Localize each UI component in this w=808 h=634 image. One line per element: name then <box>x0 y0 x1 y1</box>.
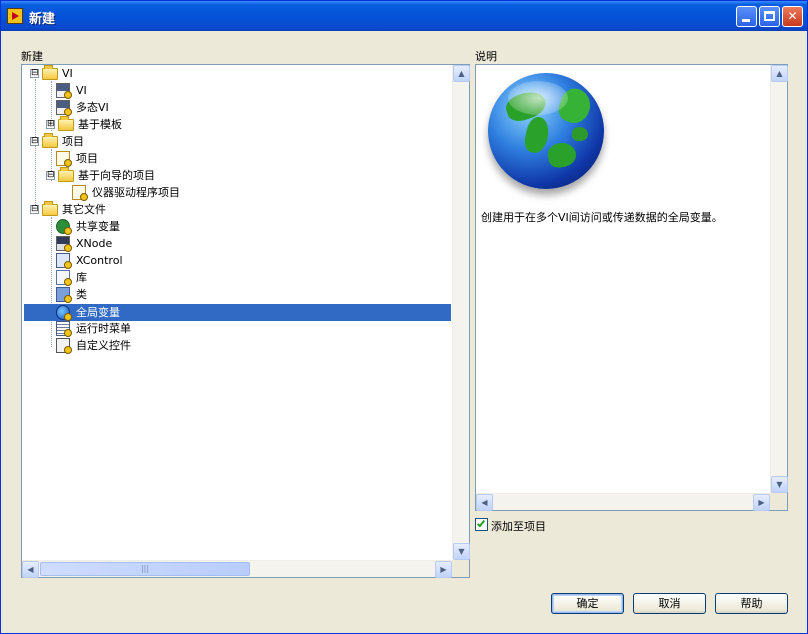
scroll-down-button[interactable]: ▼ <box>771 476 788 493</box>
tree-item-label: 库 <box>76 271 87 284</box>
add-to-project-label[interactable]: 添加至项目 <box>491 518 546 534</box>
new-item-tree[interactable]: ⊟ VI VI 多态VI ⊞ 基于模板 ⊟ 项目 项目 ⊟ 基于向导的项目 仪器… <box>21 64 470 578</box>
horizontal-scroll-thumb[interactable]: ||| <box>40 562 250 576</box>
land <box>546 140 578 170</box>
new-dialog-window: 新建 ✕ 新建 说明 ⊟ VI VI 多态VI ⊞ 基于模板 ⊟ 项目 项目 ⊟… <box>0 0 808 634</box>
arrow-down-icon: ▼ <box>458 547 465 556</box>
folder-icon <box>42 133 58 148</box>
runtime-menu-icon <box>56 321 72 337</box>
arrow-right-icon: ▶ <box>440 565 447 574</box>
minimize-button[interactable] <box>736 6 757 27</box>
tree-item-global-variable[interactable]: 全局变量 <box>24 304 451 321</box>
help-button[interactable]: 帮助 <box>715 593 788 614</box>
tree-item-label: 类 <box>76 288 87 301</box>
collapse-toggle[interactable]: ⊟ <box>46 171 55 180</box>
polymorphic-vi-icon <box>56 100 72 116</box>
tree-vertical-scrollbar[interactable]: ▲ ▼ <box>452 65 470 560</box>
scroll-up-button[interactable]: ▲ <box>771 65 788 82</box>
tree-item-label: VI <box>62 67 73 80</box>
close-icon: ✕ <box>787 9 798 23</box>
collapse-toggle[interactable]: ⊟ <box>30 69 39 78</box>
folder-icon <box>58 167 74 182</box>
description-vertical-scrollbar[interactable]: ▲ ▼ <box>770 65 788 493</box>
global-variable-icon <box>56 305 72 321</box>
description-panel-label: 说明 <box>475 50 497 63</box>
tree-item-label: 基于模板 <box>78 118 122 131</box>
xnode-icon <box>56 236 72 252</box>
new-panel-label: 新建 <box>21 50 43 63</box>
cancel-button[interactable]: 取消 <box>633 593 706 614</box>
scroll-left-button[interactable]: ◀ <box>22 561 39 578</box>
tree-item-label: 其它文件 <box>62 203 106 216</box>
folder-icon <box>42 201 58 216</box>
vi-icon <box>56 83 72 99</box>
tree-item-label: 仪器驱动程序项目 <box>92 186 180 199</box>
description-panel: 创建用于在多个VI间访问或传递数据的全局变量。 ▲ ▼ ◀ ▶ <box>475 64 788 511</box>
arrow-left-icon: ◀ <box>27 565 34 574</box>
tree-item-label: 共享变量 <box>76 220 120 233</box>
description-horizontal-scrollbar[interactable]: ◀ ▶ <box>476 493 770 511</box>
app-icon <box>7 8 23 24</box>
scroll-right-button[interactable]: ▶ <box>435 561 452 578</box>
shared-variable-icon <box>56 219 72 235</box>
gloss <box>508 81 568 115</box>
scrollbar-corner <box>770 493 787 510</box>
arrow-right-icon: ▶ <box>758 498 765 507</box>
project-icon <box>56 151 72 167</box>
custom-control-icon <box>56 338 72 354</box>
description-text: 创建用于在多个VI间访问或传递数据的全局变量。 <box>481 211 723 224</box>
grip-icon: ||| <box>140 564 150 573</box>
collapse-toggle[interactable]: ⊟ <box>30 205 39 214</box>
folder-icon <box>58 116 74 131</box>
library-icon <box>56 270 72 286</box>
tree-item-label: 多态VI <box>76 101 109 114</box>
tree-horizontal-scrollbar[interactable]: ◀ ||| ▶ <box>22 560 452 578</box>
land <box>522 115 552 155</box>
title-bar[interactable]: 新建 ✕ <box>1 1 807 31</box>
tree-item-label: XControl <box>76 254 123 267</box>
folder-icon <box>42 65 58 80</box>
arrow-left-icon: ◀ <box>481 498 488 507</box>
scrollbar-corner <box>452 560 469 577</box>
scroll-up-button[interactable]: ▲ <box>453 65 470 82</box>
maximize-icon <box>764 11 775 21</box>
tree-item-label: 基于向导的项目 <box>78 169 155 182</box>
collapse-toggle[interactable]: ⊟ <box>30 137 39 146</box>
arrow-up-icon: ▲ <box>458 69 465 78</box>
minimize-icon <box>742 19 750 22</box>
project-icon <box>72 185 88 201</box>
close-button[interactable]: ✕ <box>782 6 803 27</box>
tree-guide-line <box>51 217 52 347</box>
tree-item-label: XNode <box>76 237 113 250</box>
tree-item-label: 全局变量 <box>76 306 120 319</box>
tree-item-label: 项目 <box>76 152 98 165</box>
xcontrol-icon <box>56 253 72 269</box>
tree-item-label: 项目 <box>62 135 84 148</box>
class-icon <box>56 287 72 303</box>
scroll-down-button[interactable]: ▼ <box>453 543 470 560</box>
window-title: 新建 <box>29 12 56 27</box>
tree-item-label: 运行时菜单 <box>76 322 131 335</box>
arrow-up-icon: ▲ <box>776 69 783 78</box>
scroll-left-button[interactable]: ◀ <box>476 494 493 511</box>
ok-button[interactable]: 确定 <box>551 593 624 614</box>
maximize-button[interactable] <box>759 6 780 27</box>
tree-item-label: 自定义控件 <box>76 339 131 352</box>
scroll-right-button[interactable]: ▶ <box>753 494 770 511</box>
expand-toggle[interactable]: ⊞ <box>46 120 55 129</box>
checkmark-icon <box>476 518 486 528</box>
tree-item-label: VI <box>76 84 87 97</box>
arrow-down-icon: ▼ <box>776 480 783 489</box>
land <box>572 127 588 141</box>
globe-icon <box>488 73 604 189</box>
add-to-project-checkbox[interactable] <box>475 518 488 531</box>
